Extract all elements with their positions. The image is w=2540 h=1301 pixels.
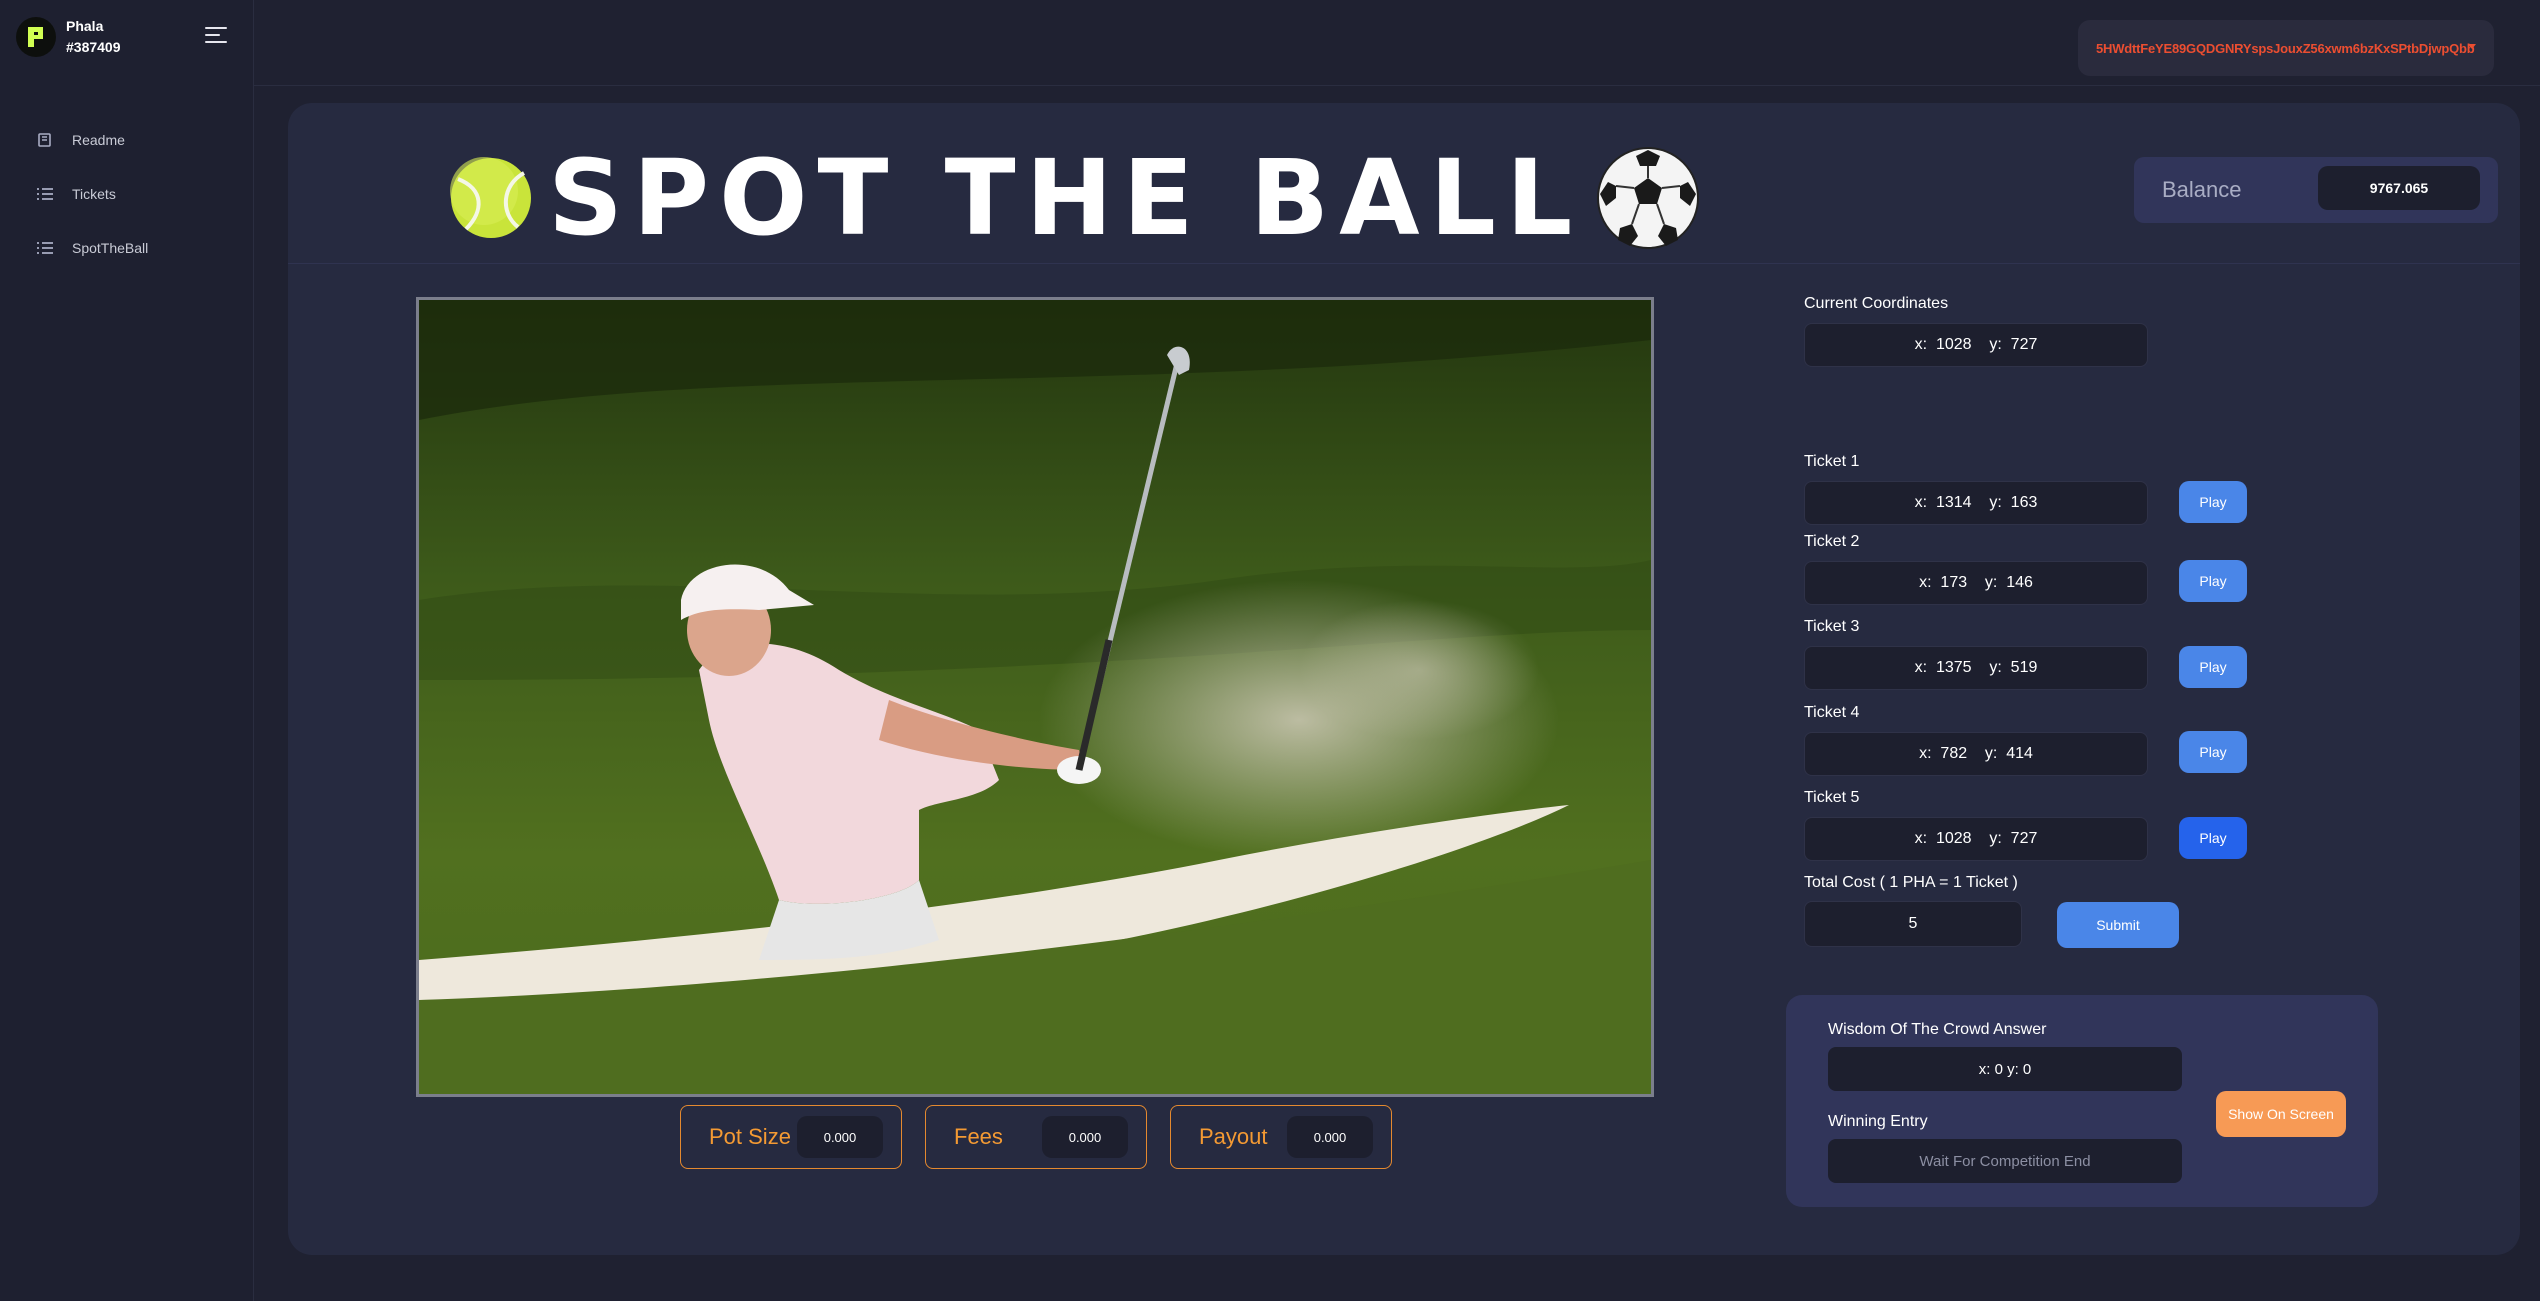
balance-panel: Balance 9767.065 — [2134, 157, 2498, 223]
soccer-ball-icon — [1597, 147, 1700, 249]
sidebar-item-tickets[interactable]: Tickets — [36, 167, 148, 221]
pot-size-stat: Pot Size 0.000 — [680, 1105, 902, 1169]
chevron-down-icon — [2468, 44, 2476, 49]
account-name: Phala — [66, 18, 104, 34]
ticket-5-field[interactable]: x: 1028 y: 727 — [1804, 817, 2148, 861]
sidebar: Phala #387409 Readme Tickets SpotTheBall — [0, 0, 254, 1301]
crowd-answer-value: x: 0 y: 0 — [1828, 1047, 2182, 1091]
pot-size-value: 0.000 — [797, 1116, 883, 1158]
balance-value: 9767.065 — [2318, 166, 2480, 210]
fees-label: Fees — [954, 1124, 1003, 1149]
page-title: SPOT THE BALL — [548, 137, 1583, 259]
payout-stat: Payout 0.000 — [1170, 1105, 1392, 1169]
account-header[interactable]: Phala #387409 — [16, 16, 121, 58]
ticket-2-field[interactable]: x: 173 y: 146 — [1804, 561, 2148, 605]
payout-value: 0.000 — [1287, 1116, 1373, 1158]
current-coordinates-label: Current Coordinates — [1804, 295, 1949, 312]
ticket-4-play-button[interactable]: Play — [2179, 731, 2247, 773]
sidebar-item-label: Readme — [72, 132, 125, 148]
fees-value: 0.000 — [1042, 1116, 1128, 1158]
ticket-3-field[interactable]: x: 1375 y: 519 — [1804, 646, 2148, 690]
golf-photo — [419, 300, 1651, 1094]
winning-entry-label: Winning Entry — [1828, 1113, 1928, 1130]
ticket-2-label: Ticket 2 — [1804, 533, 1860, 550]
ticket-1-play-button[interactable]: Play — [2179, 481, 2247, 523]
ticket-5-label: Ticket 5 — [1804, 789, 1860, 806]
sidebar-item-label: SpotTheBall — [72, 240, 149, 256]
phala-logo-icon — [16, 17, 56, 57]
menu-toggle-icon[interactable] — [205, 27, 227, 45]
list-icon — [37, 188, 53, 200]
show-on-screen-button[interactable]: Show On Screen — [2216, 1091, 2346, 1137]
fees-stat: Fees 0.000 — [925, 1105, 1147, 1169]
hero-banner: SPOT THE BALL — [448, 137, 1700, 259]
wallet-address: 5HWdttFeYE89GQDGNRYspsJouxZ56xwm6bzKxSPt… — [2096, 40, 2475, 56]
total-cost-field: 5 — [1804, 901, 2022, 947]
sidebar-item-spottheball[interactable]: SpotTheBall — [36, 221, 148, 275]
list-icon — [37, 242, 53, 254]
sidebar-item-label: Tickets — [72, 186, 116, 202]
account-id: #387409 — [66, 39, 121, 55]
game-card: SPOT THE BALL Balance 9767.065 Pot Size … — [288, 103, 2520, 1255]
game-photo[interactable] — [416, 297, 1654, 1097]
submit-button[interactable]: Submit — [2057, 902, 2179, 948]
balance-label: Balance — [2162, 177, 2242, 202]
divider — [288, 263, 2520, 264]
crowd-panel: Wisdom Of The Crowd Answer x: 0 y: 0 Win… — [1786, 995, 2378, 1207]
total-cost-label: Total Cost ( 1 PHA = 1 Ticket ) — [1804, 874, 2018, 891]
ticket-4-label: Ticket 4 — [1804, 704, 1860, 721]
ticket-5-play-button[interactable]: Play — [2179, 817, 2247, 859]
tennis-ball-icon — [450, 157, 531, 238]
crowd-answer-label: Wisdom Of The Crowd Answer — [1828, 1021, 2047, 1038]
ticket-1-label: Ticket 1 — [1804, 453, 1860, 470]
ticket-4-field[interactable]: x: 782 y: 414 — [1804, 732, 2148, 776]
sidebar-item-readme[interactable]: Readme — [36, 113, 148, 167]
topbar: 5HWdttFeYE89GQDGNRYspsJouxZ56xwm6bzKxSPt… — [254, 0, 2540, 86]
ticket-2-play-button[interactable]: Play — [2179, 560, 2247, 602]
book-icon — [38, 133, 51, 147]
pot-size-label: Pot Size — [709, 1124, 791, 1149]
payout-label: Payout — [1199, 1124, 1268, 1149]
sidebar-nav: Readme Tickets SpotTheBall — [36, 113, 148, 275]
winning-entry-field: Wait For Competition End — [1828, 1139, 2182, 1183]
ticket-1-field[interactable]: x: 1314 y: 163 — [1804, 481, 2148, 525]
ticket-3-play-button[interactable]: Play — [2179, 646, 2247, 688]
wallet-selector[interactable]: 5HWdttFeYE89GQDGNRYspsJouxZ56xwm6bzKxSPt… — [2078, 20, 2494, 76]
ticket-3-label: Ticket 3 — [1804, 618, 1860, 635]
current-coordinates-field: x: 1028 y: 727 — [1804, 323, 2148, 367]
